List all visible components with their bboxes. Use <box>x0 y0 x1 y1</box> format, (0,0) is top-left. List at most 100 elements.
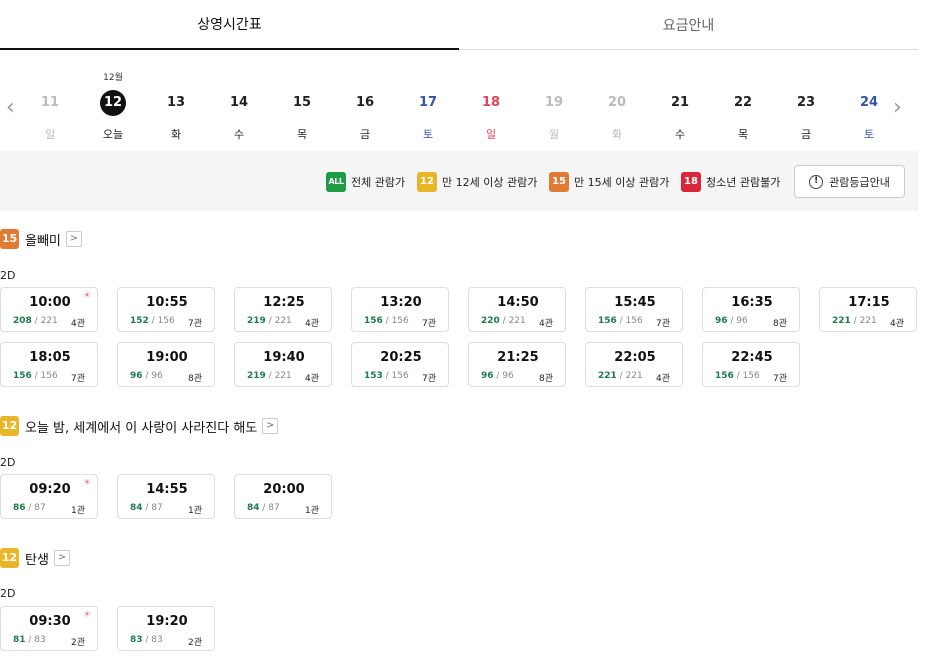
seats-remaining: 220 <box>481 316 500 326</box>
showtime-slot[interactable]: 19:00 96 / 96 8관 <box>117 342 215 387</box>
date-weekday: 토 <box>863 128 875 141</box>
showtime-slot[interactable]: 17:15 221 / 221 4관 <box>819 287 917 332</box>
date-item[interactable]: 15 목 <box>282 50 322 151</box>
showtime-slot[interactable]: 20:25 153 / 156 7관 <box>351 342 449 387</box>
date-item[interactable]: 11 일 <box>30 50 70 151</box>
movie-title-row[interactable]: 12 오늘 밤, 세계에서 이 사랑이 사라진다 해도 > <box>0 416 279 436</box>
showtime-slot[interactable]: 09:20 86 / 87 1관 ☀ <box>0 474 98 519</box>
tab-showtimes[interactable]: 상영시간표 <box>0 0 459 50</box>
date-item[interactable]: 12월 12 오늘 <box>93 50 133 151</box>
date-day: 20 <box>607 95 627 110</box>
hall-name: 4관 <box>70 319 85 329</box>
showtime-slot[interactable]: 13:20 156 / 156 7관 <box>351 287 449 332</box>
date-weekday: 일 <box>485 128 497 141</box>
hall-name: 7관 <box>421 319 436 329</box>
seat-count: 156 / 156 <box>598 316 643 326</box>
rating-15: 15 만 15세 이상 관람가 <box>549 172 669 192</box>
showtime-slot[interactable]: 18:05 156 / 156 7관 <box>0 342 98 387</box>
date-item[interactable]: 21 수 <box>660 50 700 151</box>
date-item[interactable]: 16 금 <box>345 50 385 151</box>
rating-legend: ALL 전체 관람가 12 만 12세 이상 관람가 15 만 15세 이상 관… <box>0 151 918 211</box>
tab-pricing[interactable]: 요금안내 <box>459 0 918 49</box>
showtime-slot[interactable]: 15:45 156 / 156 7관 <box>585 287 683 332</box>
chevron-right-icon[interactable]: › <box>893 97 902 119</box>
rating-all-label: 전체 관람가 <box>351 176 406 189</box>
showtime-slot[interactable]: 22:05 221 / 221 4관 <box>585 342 683 387</box>
seat-count: 86 / 87 <box>13 503 46 513</box>
showtime-slot[interactable]: 19:20 83 / 83 2관 <box>117 606 215 651</box>
showtime-slot[interactable]: 09:30 81 / 83 2관 ☀ <box>0 606 98 651</box>
date-item[interactable]: 13 화 <box>156 50 196 151</box>
seats-remaining: 86 <box>13 503 26 513</box>
date-item[interactable]: 14 수 <box>219 50 259 151</box>
date-item[interactable]: 17 토 <box>408 50 448 151</box>
showtime-slot[interactable]: 10:55 152 / 156 7관 <box>117 287 215 332</box>
showtime-slot[interactable]: 21:25 96 / 96 8관 <box>468 342 566 387</box>
date-weekday: 금 <box>359 128 371 141</box>
seat-count: 84 / 87 <box>247 503 280 513</box>
date-weekday: 월 <box>548 128 560 141</box>
seat-count: 156 / 156 <box>13 371 58 381</box>
date-item[interactable]: 20 화 <box>597 50 637 151</box>
date-weekday: 금 <box>800 128 812 141</box>
seat-count: 156 / 156 <box>364 316 409 326</box>
movie-title-row[interactable]: 12 탄생 > <box>0 548 70 568</box>
movie-title-row[interactable]: 15 올빼미 > <box>0 229 82 249</box>
date-day: 15 <box>292 95 312 110</box>
date-weekday: 오늘 <box>102 128 124 141</box>
showtime-slot[interactable]: 12:25 219 / 221 4관 <box>234 287 332 332</box>
seats-total: 221 <box>859 316 877 326</box>
seats-remaining: 156 <box>715 371 734 381</box>
showtime-slot[interactable]: 22:45 156 / 156 7관 <box>702 342 800 387</box>
schedule-tabs: 상영시간표 요금안내 <box>0 0 918 50</box>
date-item[interactable]: 22 목 <box>723 50 763 151</box>
showtime-time: 22:05 <box>614 350 656 365</box>
seat-count: 152 / 156 <box>130 316 175 326</box>
showtime-slot[interactable]: 10:00 208 / 221 4관 ☀ <box>0 287 98 332</box>
seats-total: 221 <box>274 316 292 326</box>
seat-count: 153 / 156 <box>364 371 409 381</box>
seat-count: 81 / 83 <box>13 635 46 645</box>
seats-remaining: 84 <box>130 503 143 513</box>
showtime-slot[interactable]: 14:55 84 / 87 1관 <box>117 474 215 519</box>
seat-count: 221 / 221 <box>832 316 877 326</box>
seats-total: 221 <box>40 316 58 326</box>
hall-name: 8관 <box>772 319 787 329</box>
showtime-slot[interactable]: 19:40 219 / 221 4관 <box>234 342 332 387</box>
showtime-time: 16:35 <box>731 295 773 310</box>
date-item[interactable]: 23 금 <box>786 50 826 151</box>
hall-name: 2관 <box>187 638 202 648</box>
showtime-time: 22:45 <box>731 350 773 365</box>
hall-name: 7관 <box>421 374 436 384</box>
rating-all-badge: ALL <box>326 172 346 192</box>
showtime-slot[interactable]: 20:00 84 / 87 1관 <box>234 474 332 519</box>
showtime-time: 20:25 <box>380 350 422 365</box>
chevron-left-icon[interactable]: ‹ <box>6 97 15 119</box>
seats-total: 156 <box>157 316 175 326</box>
showtime-time: 12:25 <box>263 295 305 310</box>
date-item[interactable]: 19 월 <box>534 50 574 151</box>
date-selector: ‹ 11 일 12월 12 오늘 13 화 14 수 15 목 16 금 17 토 18 일 19 월 20 화 21 수 2… <box>0 50 918 151</box>
chevron-right-icon[interactable]: > <box>65 231 82 247</box>
showtime-slot[interactable]: 14:50 220 / 221 4관 <box>468 287 566 332</box>
hall-name: 2관 <box>70 638 85 648</box>
chevron-right-icon[interactable]: > <box>53 550 70 566</box>
date-item[interactable]: 24 토 <box>849 50 889 151</box>
rating-12-label: 만 12세 이상 관람가 <box>442 176 538 189</box>
date-item[interactable]: 18 일 <box>471 50 511 151</box>
seats-remaining: 96 <box>715 316 728 326</box>
showtime-time: 18:05 <box>29 350 71 365</box>
seats-remaining: 156 <box>13 371 32 381</box>
showtime-slot[interactable]: 16:35 96 / 96 8관 <box>702 287 800 332</box>
date-day: 14 <box>229 95 249 110</box>
chevron-right-icon[interactable]: > <box>262 418 279 434</box>
info-icon: ! <box>809 174 824 189</box>
rating-guide-button[interactable]: ! 관람등급안내 <box>794 165 905 198</box>
movie-rating-badge: 12 <box>0 416 19 436</box>
rating-12-badge: 12 <box>417 172 437 192</box>
date-day: 22 <box>733 95 753 110</box>
seats-total: 156 <box>742 371 760 381</box>
date-weekday: 목 <box>296 128 308 141</box>
hall-name: 7관 <box>772 374 787 384</box>
hall-name: 7관 <box>70 374 85 384</box>
